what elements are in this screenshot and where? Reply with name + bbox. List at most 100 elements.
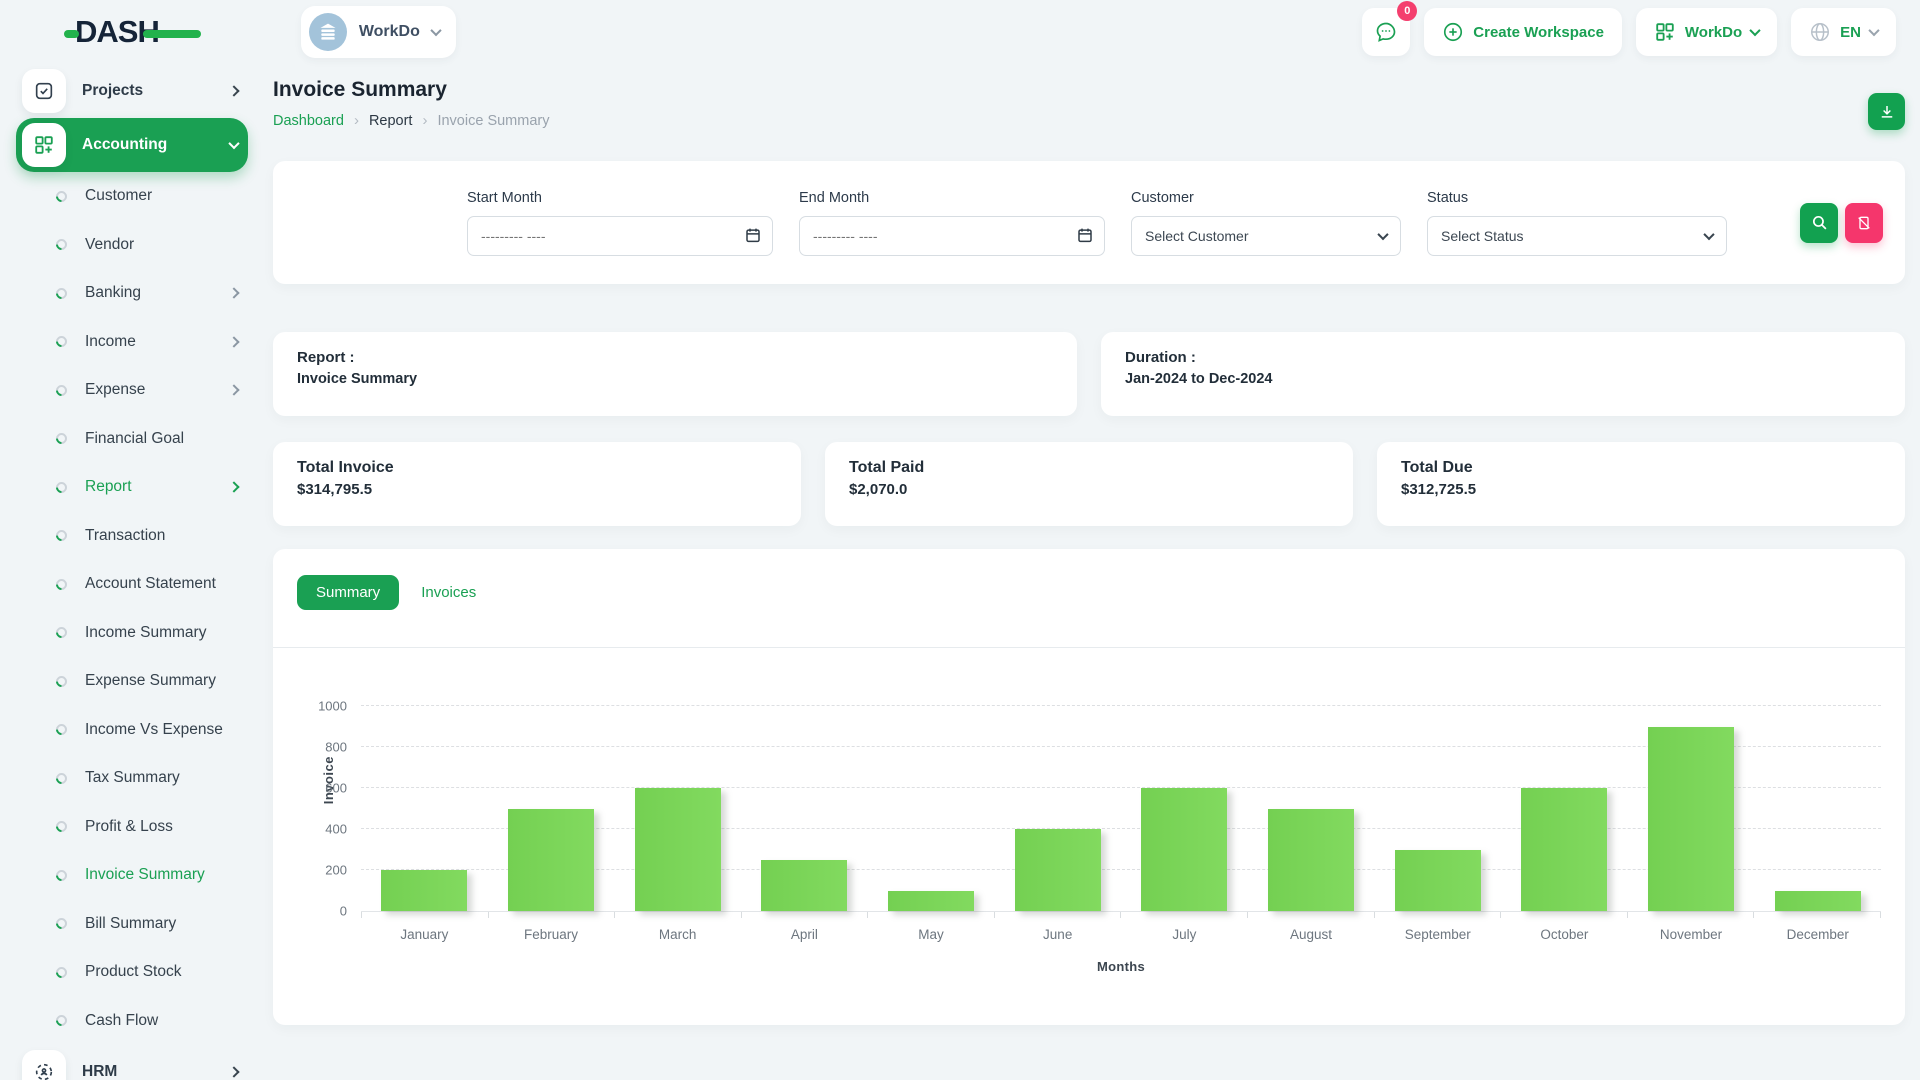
start-month-group: Start Month	[467, 190, 773, 256]
sidebar-item-income-summary[interactable]: Income Summary	[16, 609, 248, 658]
sidebar-item-projects[interactable]: Projects	[16, 64, 248, 118]
customer-select[interactable]: Select Customer	[1131, 216, 1401, 256]
chat-icon	[1374, 20, 1398, 44]
bar-february	[508, 809, 594, 912]
x-tick-label: December	[1754, 927, 1881, 942]
breadcrumb: Dashboard › Report › Invoice Summary	[273, 112, 1905, 129]
breadcrumb-separator: ›	[422, 112, 427, 129]
bullet-icon	[54, 770, 70, 786]
report-card-value: Invoice Summary	[297, 371, 1053, 387]
app-logo[interactable]: DASH	[64, 14, 201, 50]
x-tick	[1375, 912, 1502, 918]
total-invoice-label: Total Invoice	[297, 459, 777, 477]
customer-group: Customer Select Customer	[1131, 190, 1401, 256]
chevron-down-icon	[1703, 228, 1714, 239]
sidebar-item-account-statement[interactable]: Account Statement	[16, 560, 248, 609]
x-tick	[1121, 912, 1248, 918]
bullet-icon	[54, 334, 70, 350]
breadcrumb-report[interactable]: Report	[369, 113, 413, 129]
logo-dash-icon	[143, 30, 201, 38]
end-month-input[interactable]	[799, 216, 1105, 256]
language-selector[interactable]: EN	[1791, 8, 1896, 56]
start-month-input[interactable]	[467, 216, 773, 256]
bar-october	[1521, 788, 1607, 911]
customer-select-value: Select Customer	[1145, 228, 1248, 244]
app-menu-label: WorkDo	[1685, 24, 1742, 41]
create-workspace-button[interactable]: Create Workspace	[1424, 8, 1622, 56]
grid-plus-icon	[1654, 21, 1676, 43]
bar-april	[761, 860, 847, 911]
sidebar-item-tax-summary[interactable]: Tax Summary	[16, 754, 248, 803]
total-paid-label: Total Paid	[849, 459, 1329, 477]
breadcrumb-dashboard[interactable]: Dashboard	[273, 113, 344, 129]
total-paid-value: $2,070.0	[849, 481, 1329, 498]
status-select-value: Select Status	[1441, 228, 1524, 244]
chart-x-ticks	[361, 912, 1881, 918]
messages-button[interactable]: 0	[1362, 8, 1410, 56]
sidebar-item-expense-summary[interactable]: Expense Summary	[16, 657, 248, 706]
chart-plot: 02004006008001000	[361, 706, 1881, 912]
sidebar-item-cash-flow[interactable]: Cash Flow	[16, 997, 248, 1046]
bar-slot	[1248, 706, 1375, 911]
bar-slot	[1374, 706, 1501, 911]
x-tick-label: February	[488, 927, 615, 942]
sidebar-item-hrm[interactable]: HRM	[16, 1045, 248, 1080]
duration-card-label: Duration :	[1125, 349, 1881, 366]
end-month-label: End Month	[799, 190, 1105, 206]
apply-filter-button[interactable]	[1800, 203, 1838, 243]
bar-chart: Invoice 02004006008001000 JanuaryFebruar…	[297, 706, 1881, 974]
bar-slot	[868, 706, 995, 911]
sidebar-item-profit-loss[interactable]: Profit & Loss	[16, 803, 248, 852]
bullet-icon	[54, 479, 70, 495]
bullet-icon	[54, 382, 70, 398]
bar-june	[1015, 829, 1101, 911]
bullet-icon	[54, 285, 70, 301]
bar-july	[1141, 788, 1227, 911]
sidebar-item-label: Projects	[82, 82, 143, 100]
sidebar-item-invoice-summary[interactable]: Invoice Summary	[16, 851, 248, 900]
tab-invoices[interactable]: Invoices	[421, 584, 476, 601]
app-menu-button[interactable]: WorkDo	[1636, 8, 1777, 56]
language-label: EN	[1840, 24, 1861, 41]
sidebar-item-accounting[interactable]: Accounting	[16, 118, 248, 172]
sidebar-item-income-vs-expense[interactable]: Income Vs Expense	[16, 706, 248, 755]
chevron-right-icon	[228, 482, 239, 493]
bullet-icon	[54, 673, 70, 689]
status-select[interactable]: Select Status	[1427, 216, 1727, 256]
sidebar-item-label: Accounting	[82, 136, 167, 154]
bar-august	[1268, 809, 1354, 912]
sidebar-item-transaction[interactable]: Transaction	[16, 512, 248, 561]
y-tick-label: 1000	[318, 699, 347, 714]
sidebar-item-customer[interactable]: Customer	[16, 172, 248, 221]
bar-slot	[488, 706, 615, 911]
sidebar-item-banking[interactable]: Banking	[16, 269, 248, 318]
start-month-label: Start Month	[467, 190, 773, 206]
bar-may	[888, 891, 974, 912]
sidebar-item-bill-summary[interactable]: Bill Summary	[16, 900, 248, 949]
tabs: Summary Invoices	[297, 575, 1881, 610]
x-tick	[361, 912, 489, 918]
chevron-down-icon	[430, 25, 441, 36]
sidebar-item-financial-goal[interactable]: Financial Goal	[16, 415, 248, 464]
tab-summary[interactable]: Summary	[297, 575, 399, 610]
bar-november	[1648, 727, 1734, 912]
download-button[interactable]	[1868, 93, 1905, 130]
y-tick-label: 200	[325, 863, 347, 878]
bullet-icon	[54, 722, 70, 738]
workspace-switcher[interactable]: WorkDo	[301, 6, 456, 58]
x-tick	[1628, 912, 1755, 918]
sidebar-item-product-stock[interactable]: Product Stock	[16, 948, 248, 997]
sidebar-item-vendor[interactable]: Vendor	[16, 221, 248, 270]
bar-september	[1395, 850, 1481, 912]
sidebar-item-report[interactable]: Report	[16, 463, 248, 512]
x-tick-label: August	[1248, 927, 1375, 942]
plus-circle-icon	[1442, 21, 1464, 43]
bar-slot	[361, 706, 488, 911]
reset-filter-button[interactable]	[1845, 203, 1883, 243]
sidebar-item-income[interactable]: Income	[16, 318, 248, 367]
sidebar-item-expense[interactable]: Expense	[16, 366, 248, 415]
bullet-icon	[54, 625, 70, 641]
logo-dash-icon	[64, 30, 79, 38]
clear-filter-icon	[1856, 215, 1872, 231]
total-invoice-card: Total Invoice $314,795.5	[273, 442, 801, 526]
